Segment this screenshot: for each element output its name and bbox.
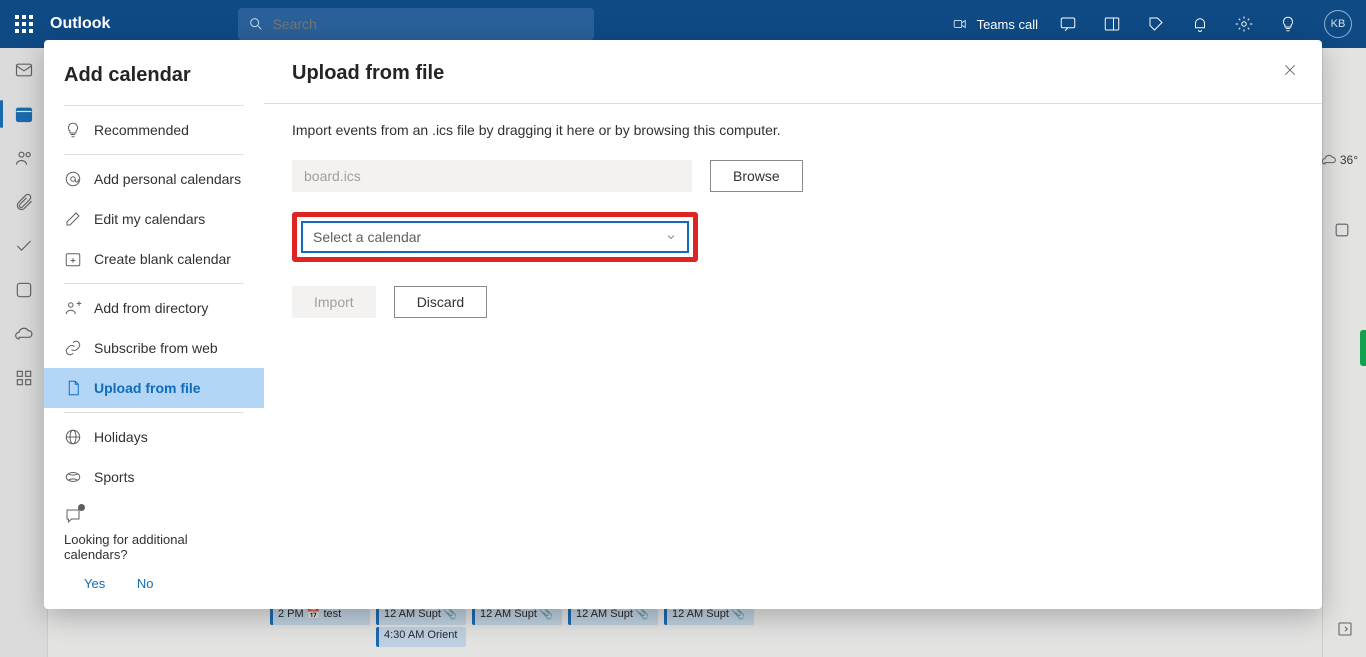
sidebar-item-label: Sports — [94, 469, 134, 485]
file-name-field[interactable] — [292, 160, 692, 192]
video-icon — [951, 17, 969, 31]
add-calendar-modal: Add calendar Recommended Add personal ca… — [44, 40, 1322, 609]
import-button: Import — [292, 286, 376, 318]
divider — [64, 412, 244, 413]
sidebar-item-edit[interactable]: Edit my calendars — [44, 199, 264, 239]
gear-icon — [1235, 15, 1253, 33]
sidebar-item-recommended[interactable]: Recommended — [44, 110, 264, 150]
teams-call-button[interactable]: Teams call — [943, 17, 1046, 32]
close-button[interactable] — [1282, 62, 1300, 80]
app-launcher-button[interactable] — [0, 0, 48, 48]
teams-call-label: Teams call — [977, 17, 1038, 32]
globe-icon — [64, 428, 82, 446]
at-icon — [64, 170, 82, 188]
file-row: Browse — [292, 160, 1294, 192]
close-icon — [1282, 62, 1298, 78]
lightbulb-icon — [64, 121, 82, 139]
sidebar-item-label: Recommended — [94, 122, 189, 138]
looking-label: Looking for additional calendars? — [64, 532, 188, 562]
sidebar-item-add-personal[interactable]: Add personal calendars — [44, 159, 264, 199]
sidebar-item-label: Add personal calendars — [94, 171, 241, 187]
sports-icon — [64, 468, 82, 486]
upload-hint: Import events from an .ics file by dragg… — [292, 122, 1294, 138]
discard-button[interactable]: Discard — [394, 286, 487, 318]
sidebar-item-label: Add from directory — [94, 300, 208, 316]
sidebar-item-sports[interactable]: Sports — [44, 457, 264, 497]
panel-icon — [1103, 15, 1121, 33]
sidebar-item-subscribe[interactable]: Subscribe from web — [44, 328, 264, 368]
divider — [64, 154, 244, 155]
select-calendar-highlight: Select a calendar — [292, 212, 698, 262]
waffle-icon — [15, 15, 33, 33]
sidebar-item-label: Upload from file — [94, 380, 201, 396]
chat-bubble-icon — [64, 507, 82, 525]
bell-icon — [1191, 15, 1209, 33]
divider — [64, 105, 244, 106]
divider — [64, 283, 244, 284]
brand-label: Outlook — [48, 15, 118, 33]
sidebar-item-label: Create blank calendar — [94, 251, 231, 267]
feedback-yes-no: Yes No — [44, 572, 264, 591]
modal-main: Upload from file Import events from an .… — [264, 40, 1322, 609]
modal-sidebar-title: Add calendar — [44, 58, 264, 101]
search-box[interactable] — [238, 8, 594, 40]
search-icon — [248, 16, 264, 32]
feedback-no-link[interactable]: No — [137, 576, 154, 591]
action-row: Import Discard — [292, 286, 1294, 318]
file-icon — [64, 379, 82, 397]
browse-button[interactable]: Browse — [710, 160, 803, 192]
lightbulb-icon — [1279, 15, 1297, 33]
sidebar-item-upload[interactable]: Upload from file — [44, 368, 264, 408]
sidebar-item-blank[interactable]: Create blank calendar — [44, 239, 264, 279]
chat-icon — [1059, 15, 1077, 33]
modal-sidebar: Add calendar Recommended Add personal ca… — [44, 40, 264, 609]
feedback-tab[interactable] — [1360, 330, 1366, 366]
select-calendar-dropdown[interactable]: Select a calendar — [301, 221, 689, 253]
sidebar-item-directory[interactable]: Add from directory — [44, 288, 264, 328]
calendar-plus-icon — [64, 250, 82, 268]
main-title: Upload from file — [292, 62, 1294, 85]
chevron-down-icon — [665, 231, 677, 243]
feedback-yes-link[interactable]: Yes — [84, 576, 105, 591]
tag-icon — [1147, 15, 1165, 33]
sidebar-item-label: Subscribe from web — [94, 340, 218, 356]
sidebar-item-holidays[interactable]: Holidays — [44, 417, 264, 457]
account-avatar[interactable]: KB — [1324, 10, 1352, 38]
directory-icon — [64, 299, 82, 317]
select-calendar-placeholder: Select a calendar — [313, 229, 421, 245]
edit-icon — [64, 210, 82, 228]
divider — [264, 103, 1322, 104]
sidebar-item-label: Edit my calendars — [94, 211, 205, 227]
sidebar-item-label: Holidays — [94, 429, 148, 445]
link-icon — [64, 339, 82, 357]
search-input[interactable] — [272, 16, 584, 32]
looking-for-more: Looking for additional calendars? — [44, 497, 264, 572]
